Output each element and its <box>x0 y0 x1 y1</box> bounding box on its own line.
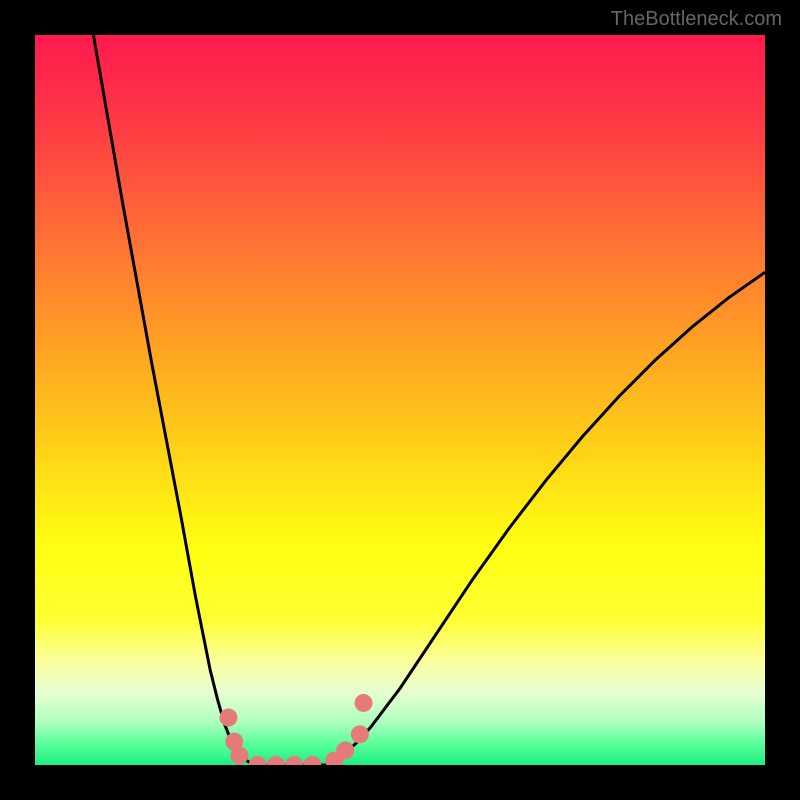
data-marker <box>351 725 369 743</box>
data-marker <box>336 741 354 759</box>
data-marker <box>355 694 373 712</box>
data-marker <box>303 756 321 765</box>
data-marker <box>219 709 237 727</box>
marker-layer <box>35 35 765 765</box>
data-marker <box>230 747 248 765</box>
plot-area <box>35 35 765 765</box>
data-marker <box>249 756 267 765</box>
data-marker <box>285 756 303 765</box>
watermark-text: TheBottleneck.com <box>611 8 782 31</box>
chart-frame: TheBottleneck.com <box>0 0 800 800</box>
data-marker <box>267 756 285 765</box>
